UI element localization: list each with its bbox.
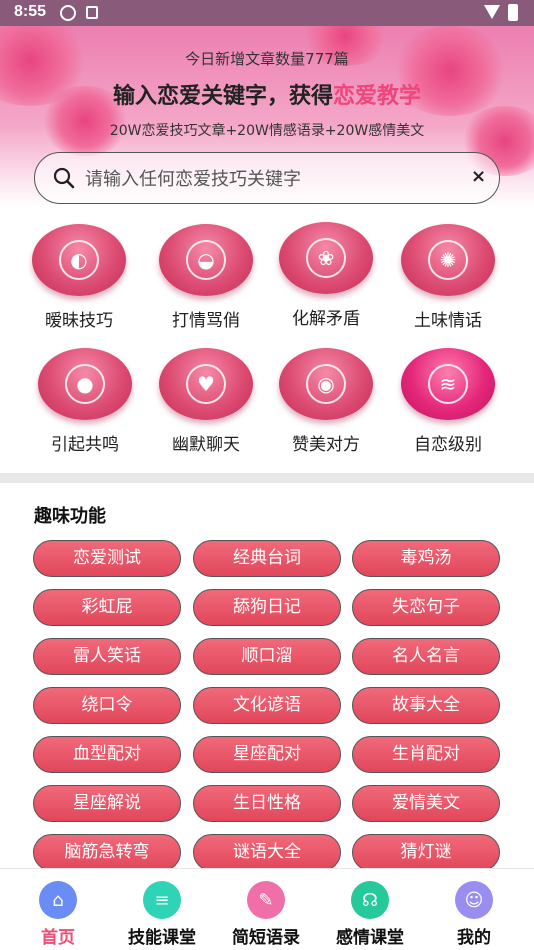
- fun-button[interactable]: 故事大全: [352, 687, 500, 724]
- search-bar[interactable]: ×: [34, 152, 500, 204]
- wifi-icon: [484, 5, 500, 19]
- pen-icon: ✎: [247, 881, 285, 919]
- category-label: 引起共鸣: [51, 435, 119, 455]
- category-label: 幽默聊天: [172, 435, 240, 455]
- lemon-slice-icon: ◐: [32, 224, 126, 296]
- category-item[interactable]: ◒ 打情骂俏: [146, 224, 266, 331]
- fun-button[interactable]: 谜语大全: [193, 834, 341, 871]
- battery-icon: [508, 4, 518, 21]
- lemon-icon: ◉: [279, 348, 373, 420]
- category-glyph: ≋: [428, 364, 468, 404]
- orange-slice-icon: ✺: [401, 224, 495, 296]
- headset-icon: ☊: [351, 881, 389, 919]
- sub-slogan: 20W恋爱技巧文章+20W情感语录+20W感情美文: [109, 123, 425, 139]
- nav-label: 简短语录: [232, 928, 300, 948]
- cherry-icon: ❀: [279, 222, 373, 294]
- category-item[interactable]: ♥ 幽默聊天: [146, 348, 266, 455]
- fun-button[interactable]: 文化谚语: [193, 687, 341, 724]
- fun-button[interactable]: 绕口令: [33, 687, 181, 724]
- fun-button[interactable]: 生肖配对: [352, 736, 500, 773]
- strawberry-icon: ♥: [159, 348, 253, 420]
- user-icon: ☺: [455, 881, 493, 919]
- database-icon: ≡: [143, 881, 181, 919]
- category-glyph: ◐: [59, 240, 99, 280]
- nav-label: 感情课堂: [336, 928, 404, 948]
- fun-button[interactable]: 彩虹屁: [33, 589, 181, 626]
- nav-label: 首页: [41, 928, 75, 948]
- nav-label: 技能课堂: [128, 928, 196, 948]
- fun-button[interactable]: 星座解说: [33, 785, 181, 822]
- category-label: 打情骂俏: [172, 311, 240, 331]
- nav-skills[interactable]: ≡ 技能课堂: [112, 881, 212, 948]
- banana-icon: ≋: [401, 348, 495, 420]
- category-item[interactable]: ≋ 自恋级别: [388, 348, 508, 455]
- section-title: 趣味功能: [34, 506, 106, 527]
- nav-emotion-class[interactable]: ☊ 感情课堂: [320, 881, 420, 948]
- category-glyph: ◉: [306, 364, 346, 404]
- category-item[interactable]: ❀ 化解矛盾: [266, 222, 386, 329]
- nav-label: 我的: [457, 928, 491, 948]
- fun-button[interactable]: 舔狗日记: [193, 589, 341, 626]
- category-item[interactable]: ● 引起共鸣: [25, 348, 145, 455]
- section-divider: [0, 473, 534, 483]
- category-glyph: ♥: [186, 364, 226, 404]
- bottom-nav: ⌂ 首页 ≡ 技能课堂 ✎ 简短语录 ☊ 感情课堂 ☺ 我的: [0, 868, 534, 950]
- category-glyph: ✺: [428, 240, 468, 280]
- fun-button[interactable]: 经典台词: [193, 540, 341, 577]
- category-item[interactable]: ◉ 赞美对方: [266, 348, 386, 455]
- status-bar: 8:55: [0, 0, 534, 26]
- slogan: 输入恋爱关键字，获得恋爱教学: [0, 78, 534, 110]
- fun-button[interactable]: 脑筋急转弯: [33, 834, 181, 871]
- nav-home[interactable]: ⌂ 首页: [8, 881, 108, 948]
- fun-button[interactable]: 血型配对: [33, 736, 181, 773]
- status-time: 8:55: [14, 3, 47, 20]
- fun-button[interactable]: 生日性格: [193, 785, 341, 822]
- fun-button[interactable]: 失恋句子: [352, 589, 500, 626]
- fun-button[interactable]: 名人名言: [352, 638, 500, 675]
- category-label: 暧昧技巧: [45, 311, 113, 331]
- fun-button[interactable]: 猜灯谜: [352, 834, 500, 871]
- fun-button[interactable]: 毒鸡汤: [352, 540, 500, 577]
- slogan-prefix: 输入恋爱关键字，获得: [112, 84, 333, 109]
- fun-button[interactable]: 恋爱测试: [33, 540, 181, 577]
- home-icon: ⌂: [39, 881, 77, 919]
- nav-quotes[interactable]: ✎ 简短语录: [216, 881, 316, 948]
- category-glyph: ❀: [306, 238, 346, 278]
- fun-button[interactable]: 顺口溜: [193, 638, 341, 675]
- category-label: 自恋级别: [414, 435, 482, 455]
- category-item[interactable]: ◐ 暧昧技巧: [19, 224, 139, 331]
- category-label: 化解矛盾: [292, 309, 360, 329]
- search-icon: [53, 167, 75, 189]
- category-label: 赞美对方: [292, 435, 360, 455]
- category-glyph: ●: [65, 364, 105, 404]
- search-input[interactable]: [85, 163, 455, 195]
- peach-icon: ◒: [159, 224, 253, 296]
- category-glyph: ◒: [186, 240, 226, 280]
- fun-button[interactable]: 雷人笑话: [33, 638, 181, 675]
- slogan-highlight: 恋爱教学: [333, 84, 422, 109]
- category-label: 土味情话: [414, 311, 482, 331]
- new-article-count: 今日新增文章数量777篇: [185, 50, 349, 68]
- clear-icon[interactable]: ×: [471, 166, 486, 187]
- notification-icon: [86, 6, 98, 19]
- category-item[interactable]: ✺ 土味情话: [388, 224, 508, 331]
- tangerine-icon: ●: [38, 348, 132, 420]
- fun-button[interactable]: 爱情美文: [352, 785, 500, 822]
- nav-mine[interactable]: ☺ 我的: [424, 881, 524, 948]
- sync-icon: [60, 5, 76, 21]
- fun-button[interactable]: 星座配对: [193, 736, 341, 773]
